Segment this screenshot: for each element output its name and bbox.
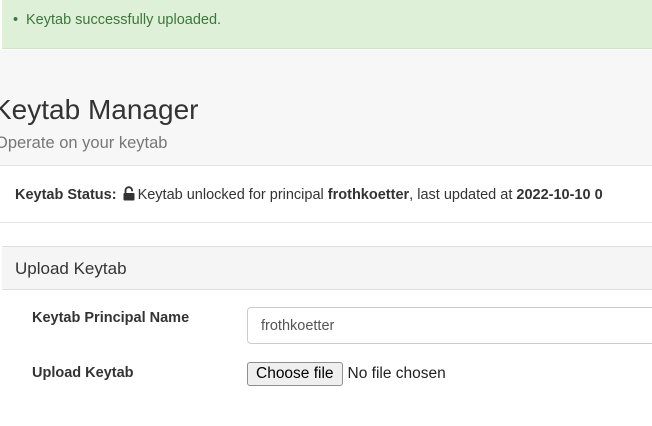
status-label: Keytab Status: — [15, 187, 117, 203]
alert-message: Keytab successfully uploaded. — [26, 12, 222, 28]
bullet-icon: • — [13, 12, 19, 28]
status-text-before: Keytab unlocked for principal — [137, 187, 324, 203]
status-timestamp: 2022-10-10 0 — [516, 187, 603, 203]
success-alert: • Keytab successfully uploaded. — [2, 0, 652, 49]
principal-name-label: Keytab Principal Name — [32, 310, 190, 326]
page-header: Keytab Manager Operate on your keytab — [0, 50, 652, 166]
file-upload-control: Choose file No file chosen — [247, 362, 446, 386]
status-text-middle: , last updated at — [409, 187, 513, 203]
alert-item: • Keytab successfully uploaded. — [13, 12, 222, 28]
upload-panel-heading: Upload Keytab — [2, 246, 652, 290]
page-subtitle: Operate on your keytab — [0, 134, 168, 152]
status-principal: frothkoetter — [327, 187, 410, 203]
file-status-text: No file chosen — [347, 365, 446, 382]
upload-keytab-label: Upload Keytab — [32, 365, 134, 381]
panel-title: Upload Keytab — [15, 259, 127, 278]
principal-name-input[interactable] — [247, 307, 652, 344]
keytab-status-bar: Keytab Status: Keytab unlocked for princ… — [0, 166, 652, 223]
page-title: Keytab Manager — [0, 94, 199, 125]
keytab-status-line: Keytab Status: Keytab unlocked for princ… — [15, 186, 603, 205]
unlocked-padlock-icon — [123, 186, 135, 205]
choose-file-button[interactable]: Choose file — [247, 362, 343, 386]
